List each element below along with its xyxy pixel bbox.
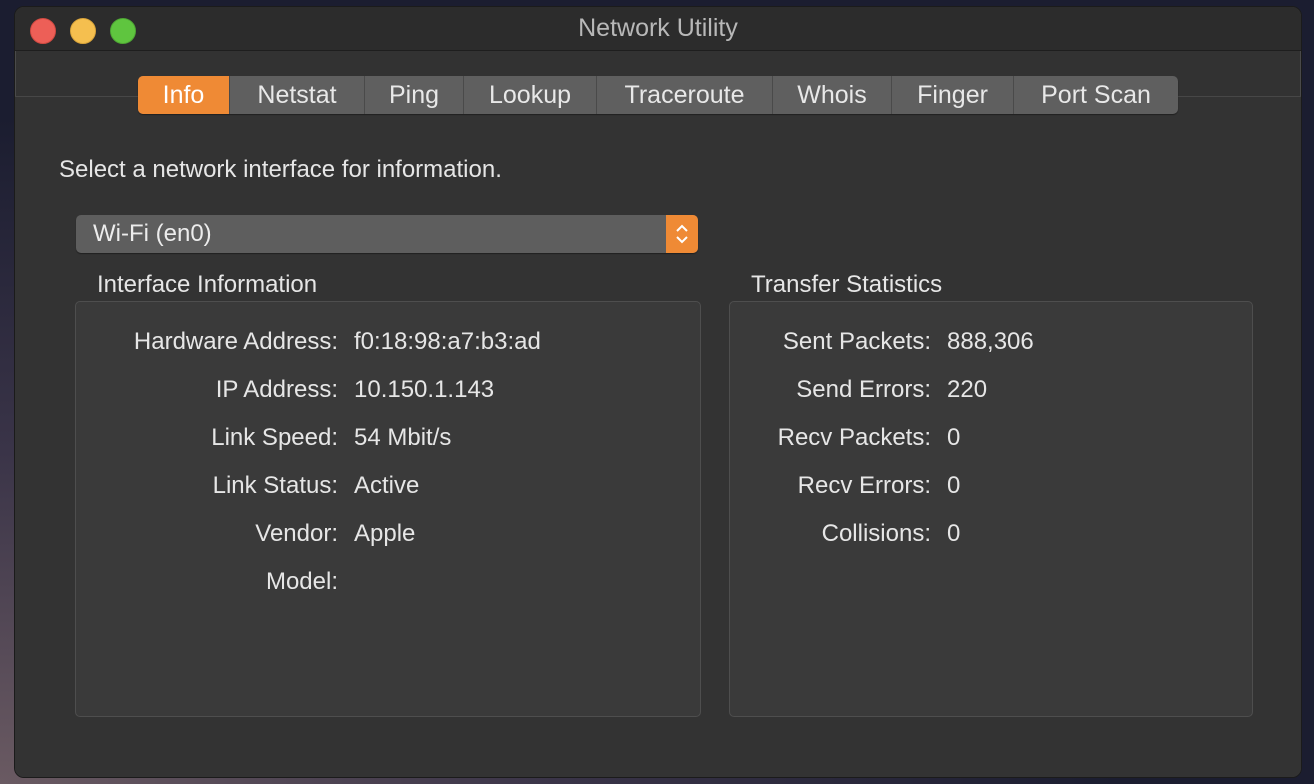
info-row-hardware-address: Hardware Address: f0:18:98:a7:b3:ad xyxy=(76,324,700,360)
stats-row-recv-packets: Recv Packets: 0 xyxy=(730,420,1252,456)
interface-info-box: Hardware Address: f0:18:98:a7:b3:ad IP A… xyxy=(75,301,701,717)
window-title: Network Utility xyxy=(578,14,738,42)
stats-value: 220 xyxy=(947,376,988,403)
info-label: Hardware Address: xyxy=(133,328,338,355)
transfer-stats-heading: Transfer Statistics xyxy=(751,271,943,298)
info-label: Model: xyxy=(265,568,338,595)
tab-info[interactable]: Info xyxy=(138,76,230,114)
info-row-link-status: Link Status: Active xyxy=(76,468,700,504)
stats-label: Collisions: xyxy=(821,520,931,547)
tab-bar: Info Netstat Ping Lookup Traceroute Whoi… xyxy=(138,76,1178,114)
tab-netstat[interactable]: Netstat xyxy=(230,76,365,114)
tab-whois[interactable]: Whois xyxy=(773,76,892,114)
stats-value: 0 xyxy=(947,424,961,451)
stats-label: Sent Packets: xyxy=(782,328,931,355)
interface-select[interactable]: Wi-Fi (en0) xyxy=(76,215,698,253)
stats-label: Recv Packets: xyxy=(777,424,931,451)
info-label: Link Speed: xyxy=(211,424,338,451)
tab-finger[interactable]: Finger xyxy=(892,76,1014,114)
stats-value: 0 xyxy=(947,520,961,547)
network-utility-window: Network Utility Info Netstat Ping Lookup… xyxy=(14,6,1302,778)
info-label: Link Status: xyxy=(212,472,338,499)
info-label: Vendor: xyxy=(255,520,338,547)
interface-select-value: Wi-Fi (en0) xyxy=(93,220,212,247)
info-row-vendor: Vendor: Apple xyxy=(76,516,700,552)
info-value: f0:18:98:a7:b3:ad xyxy=(354,328,541,355)
info-value: 54 Mbit/s xyxy=(354,424,452,451)
info-value: 10.150.1.143 xyxy=(354,376,495,403)
stats-row-recv-errors: Recv Errors: 0 xyxy=(730,468,1252,504)
stats-row-sent-packets: Sent Packets: 888,306 xyxy=(730,324,1252,360)
info-row-ip-address: IP Address: 10.150.1.143 xyxy=(76,372,700,408)
stats-label: Recv Errors: xyxy=(797,472,931,499)
tab-ping[interactable]: Ping xyxy=(365,76,464,114)
info-row-model: Model: xyxy=(76,564,700,600)
stats-value: 0 xyxy=(947,472,961,499)
tab-traceroute[interactable]: Traceroute xyxy=(597,76,773,114)
transfer-stats-box: Sent Packets: 888,306 Send Errors: 220 R… xyxy=(729,301,1253,717)
interface-info-heading: Interface Information xyxy=(97,271,318,298)
info-label: IP Address: xyxy=(215,376,338,403)
title-bar[interactable]: Network Utility xyxy=(15,7,1301,51)
stats-row-collisions: Collisions: 0 xyxy=(730,516,1252,552)
intro-text: Select a network interface for informati… xyxy=(59,156,502,183)
info-row-link-speed: Link Speed: 54 Mbit/s xyxy=(76,420,700,456)
tab-port-scan[interactable]: Port Scan xyxy=(1014,76,1178,114)
info-value: Active xyxy=(354,472,420,499)
info-value: Apple xyxy=(354,520,416,547)
stats-row-send-errors: Send Errors: 220 xyxy=(730,372,1252,408)
stats-value: 888,306 xyxy=(947,328,1034,355)
tab-lookup[interactable]: Lookup xyxy=(464,76,597,114)
stats-label: Send Errors: xyxy=(796,376,931,403)
select-stepper-icon[interactable] xyxy=(666,215,698,253)
